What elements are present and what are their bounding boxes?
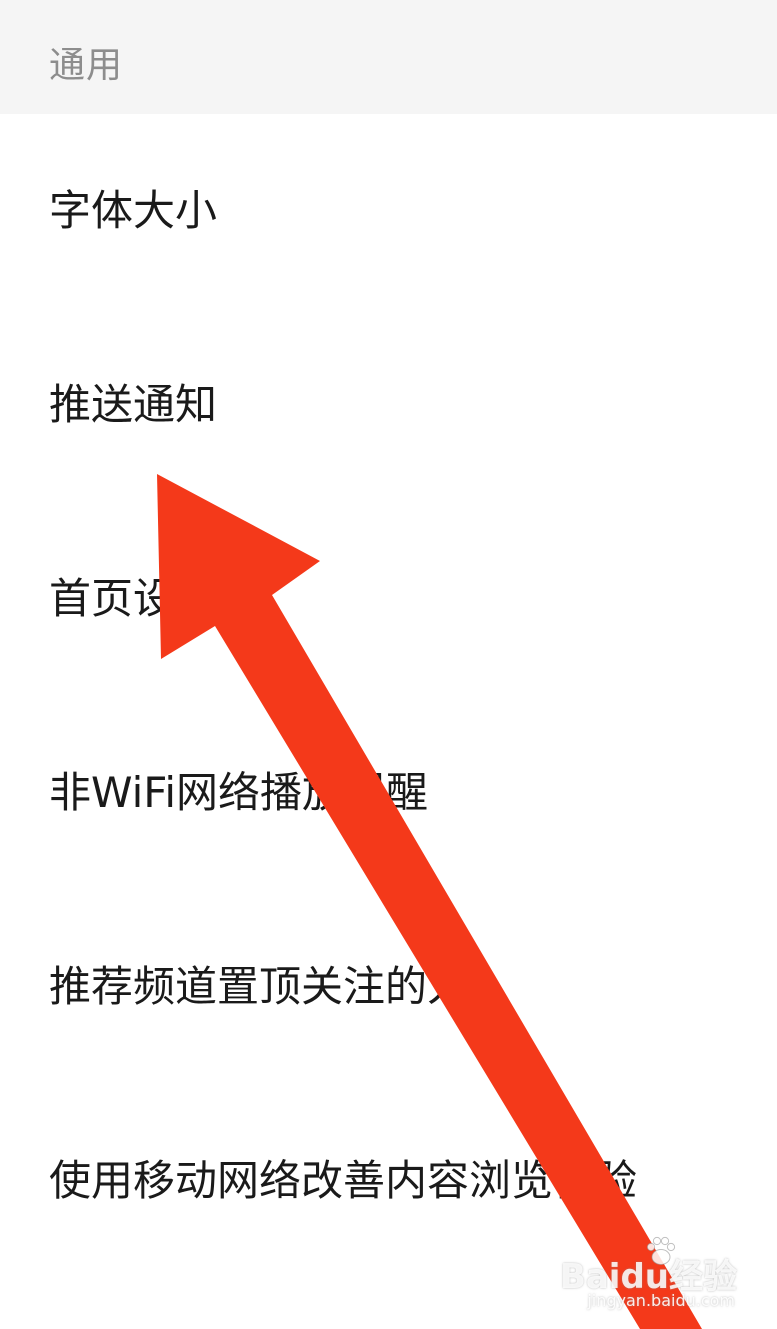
settings-item-label: 推荐频道置顶关注的人: [49, 962, 470, 1011]
section-title: 通用: [49, 45, 124, 86]
section-header: 通用: [0, 0, 777, 114]
settings-item-label: 首页设置: [49, 574, 218, 623]
settings-item-font-size[interactable]: 字体大小: [0, 114, 777, 308]
settings-item-label: 使用移动网络改善内容浏览体验: [49, 1156, 638, 1205]
settings-item-mobile-network-browsing[interactable]: 使用移动网络改善内容浏览体验: [0, 1084, 777, 1278]
settings-item-home-settings[interactable]: 首页设置: [0, 502, 777, 696]
settings-item-pin-followed-channel[interactable]: 推荐频道置顶关注的人: [0, 890, 777, 1084]
settings-item-label: 非WiFi网络播放提醒: [49, 768, 429, 817]
settings-list: 字体大小 推送通知 首页设置 非WiFi网络播放提醒 推荐频道置顶关注的人 使用…: [0, 114, 777, 1329]
settings-item-label: 字体大小: [49, 186, 218, 235]
settings-item-push-notifications[interactable]: 推送通知: [0, 308, 777, 502]
settings-item-non-wifi-reminder[interactable]: 非WiFi网络播放提醒: [0, 696, 777, 890]
settings-item-label: 推送通知: [49, 380, 218, 429]
